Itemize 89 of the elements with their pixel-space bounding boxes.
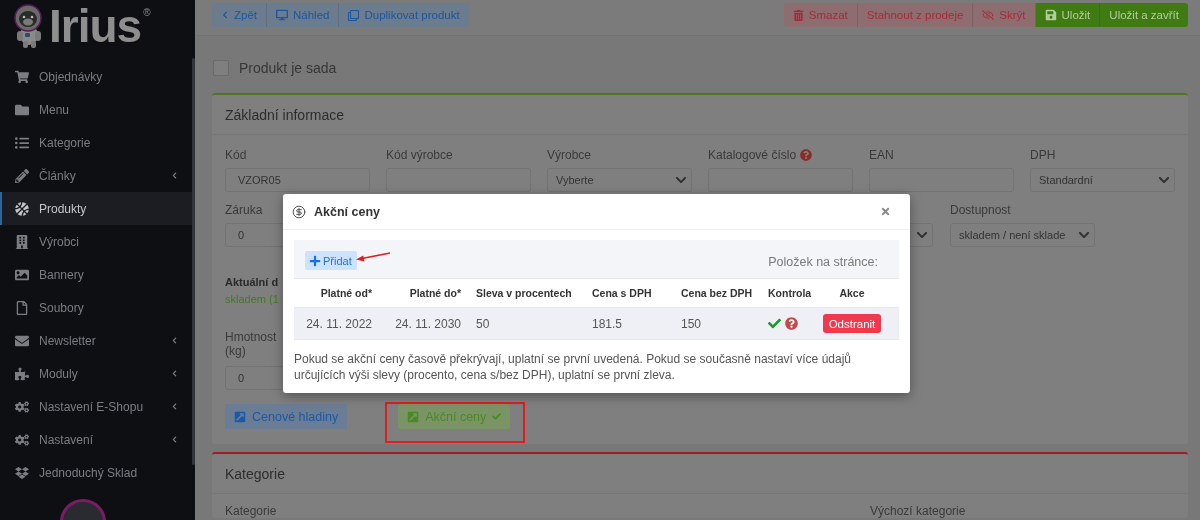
card-title: Kategorie [225, 465, 285, 482]
check-icon [492, 412, 502, 421]
chevron-left-icon [171, 337, 178, 344]
availability-value: skladem (1 [225, 292, 279, 306]
checkbox-label: Produkt je sada [239, 60, 337, 76]
modal-title: Akční ceny [314, 204, 381, 219]
field-label: Záruka [225, 203, 263, 217]
boxes-icon [15, 465, 29, 480]
field-label: DPH [1030, 148, 1056, 162]
add-button[interactable]: Přidat [305, 251, 357, 270]
dollar-circle-icon [292, 204, 306, 219]
column-header: Platné od* [320, 287, 372, 299]
cart-icon [15, 69, 29, 84]
gears-icon [15, 399, 29, 414]
sidebar-item[interactable]: Kategorie [0, 126, 192, 159]
file-icon [15, 300, 29, 315]
chevron-left-icon [221, 11, 229, 19]
chevron-left-icon [171, 370, 178, 377]
field-label: EAN [869, 148, 894, 162]
sidebar-item[interactable]: Newsletter [0, 324, 192, 357]
page-size-label: Položek na stránce: [768, 255, 878, 269]
text-field[interactable]: VZOR05 [225, 168, 370, 192]
external-link-icon [407, 410, 420, 423]
save-icon [1044, 9, 1057, 21]
close-icon[interactable] [880, 206, 891, 217]
monitor-icon [276, 9, 288, 21]
trash-icon [792, 9, 804, 21]
column-header: Sleva v procentech [476, 287, 572, 299]
building-icon [15, 234, 29, 249]
image-icon [15, 267, 29, 282]
sidebar-item[interactable]: Jednoduchý Sklad [0, 456, 192, 489]
copy-icon [348, 9, 360, 21]
column-header: Cena bez DPH [681, 287, 753, 299]
gears-icon [15, 432, 29, 447]
sidebar-item[interactable]: Objednávky [0, 60, 192, 93]
chevron-down-icon [1158, 174, 1170, 186]
eye-slash-icon [982, 9, 995, 21]
table-cell: 181.5 [592, 316, 623, 331]
column-header: Platné do* [409, 287, 461, 299]
sidebar-item[interactable]: Menu [0, 93, 192, 126]
logo-text: Irius [49, 3, 142, 49]
sidebar-item[interactable]: Nastavení [0, 423, 192, 456]
toolbar-button[interactable]: Uložit [1035, 3, 1101, 27]
select-field[interactable]: skladem / není sklade [950, 223, 1095, 247]
field-label: Kód výrobce [386, 148, 453, 162]
folder-icon [15, 102, 29, 117]
field-label: Dostupnost [950, 203, 1011, 217]
field-label: Hmotnost (kg) [225, 330, 278, 358]
chevron-left-icon [171, 172, 178, 179]
remove-button[interactable]: Odstranit [822, 314, 882, 333]
help-icon[interactable] [800, 149, 813, 161]
column-header: Kontrola [768, 287, 812, 299]
chevron-left-icon [171, 436, 178, 443]
select-field[interactable]: Standardní [1030, 168, 1175, 192]
sidebar-item[interactable]: Nastavení E-Shopu [0, 390, 192, 423]
envelope-icon [15, 333, 29, 348]
chevron-down-icon [1078, 229, 1090, 241]
sidebar-item[interactable]: Soubory [0, 291, 192, 324]
field-label: Výrobce [547, 148, 592, 162]
help-icon[interactable] [785, 317, 798, 330]
scrollbar[interactable] [192, 58, 195, 465]
plus-icon [309, 254, 321, 267]
sidebar-item[interactable]: Moduly [0, 357, 192, 390]
field-label: Katalogové číslo [708, 148, 797, 162]
sidebar-item[interactable]: Články [0, 159, 192, 192]
table-cell: 50 [476, 316, 490, 331]
sidebar-item[interactable]: Bannery [0, 258, 192, 291]
external-link-icon [234, 410, 246, 423]
field-label: Kód [225, 148, 247, 162]
registered-mark: ® [143, 7, 151, 19]
chevron-left-icon [171, 403, 178, 410]
column-header: Akce [839, 287, 865, 299]
toolbar-button[interactable]: Uložit a zavřít [1100, 3, 1188, 27]
list-icon [15, 135, 29, 150]
puzzle-icon [15, 366, 29, 381]
field-label: Výchozí kategorie [870, 505, 966, 518]
chevron-down-icon [916, 229, 928, 241]
column-header: Cena s DPH [592, 287, 652, 299]
table-cell: 150 [681, 316, 702, 331]
table-cell: 24. 11. 2030 [395, 316, 461, 331]
table-cell: 24. 11. 2022 [306, 316, 372, 331]
sidebar-item[interactable]: Výrobci [0, 225, 192, 258]
field-label: Kategorie [225, 505, 277, 518]
section-heading: Aktuální d [225, 275, 279, 289]
pencil-icon [15, 168, 29, 183]
sidebar-item[interactable]: Produkty [0, 192, 192, 225]
chevron-down-icon [675, 174, 687, 186]
card-title: Základní informace [225, 106, 345, 123]
select-field[interactable]: Vyberte [547, 168, 692, 192]
